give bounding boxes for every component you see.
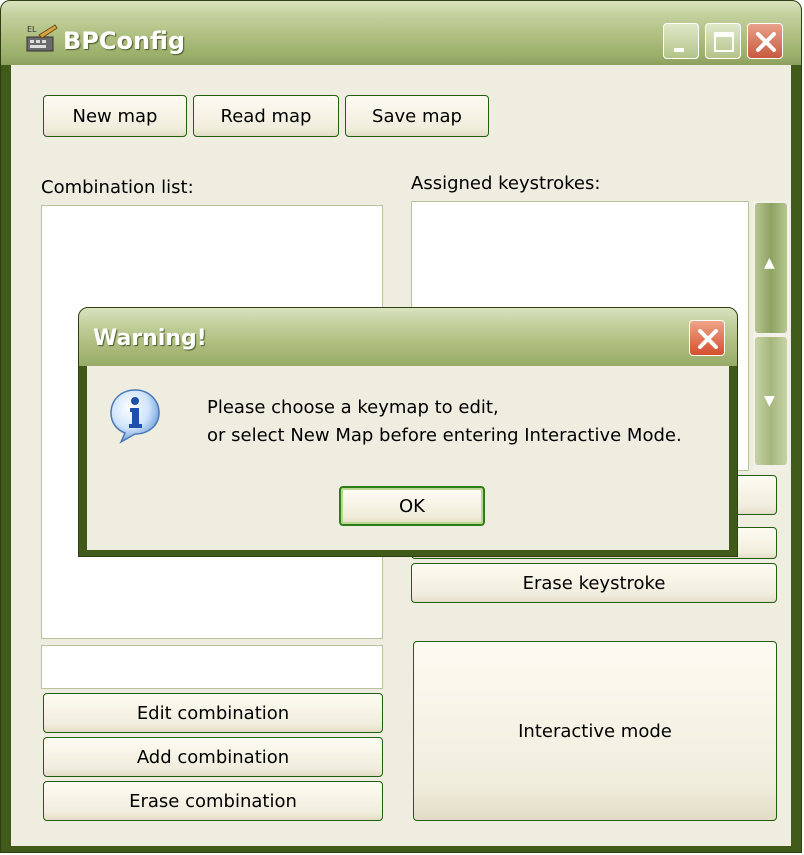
dialog-title-bar[interactable]: Warning! [79,308,737,366]
new-map-button[interactable]: New map [43,95,187,137]
dialog-title: Warning! [93,326,207,351]
svg-text:EL: EL [27,25,37,34]
assigned-keystrokes-label: Assigned keystrokes: [411,173,601,194]
save-map-button[interactable]: Save map [345,95,489,137]
combination-list-label: Combination list: [41,177,194,198]
edit-combination-button[interactable]: Edit combination [43,693,383,733]
info-icon [110,389,160,444]
maximize-button[interactable] [705,23,741,59]
dialog-close-button[interactable] [689,320,725,356]
window-title: BPConfig [63,27,186,55]
minimize-button[interactable] [663,23,699,59]
scroll-down-icon[interactable]: ▼ [764,393,775,409]
erase-combination-button[interactable]: Erase combination [43,781,383,821]
dialog-message: Please choose a keymap to edit, or selec… [207,394,682,450]
maximize-icon [714,32,734,52]
interactive-mode-button[interactable]: Interactive mode [413,641,777,821]
dialog-message-line-1: Please choose a keymap to edit, [207,397,499,418]
dialog-body: Please choose a keymap to edit, or selec… [87,366,729,550]
close-button[interactable] [747,23,783,59]
keystrokes-scrollbar[interactable]: ▲ ▼ [753,201,789,471]
erase-keystroke-button[interactable]: Erase keystroke [411,563,777,603]
scroll-up-icon[interactable]: ▲ [764,255,775,271]
dialog-message-line-2: or select New Map before entering Intera… [207,425,682,446]
title-bar[interactable]: EL BPConfig [1,1,801,65]
close-icon [698,329,718,349]
app-icon: EL [26,24,58,52]
minimize-icon [674,48,684,52]
ok-button[interactable]: OK [339,486,485,526]
add-combination-button[interactable]: Add combination [43,737,383,777]
read-map-button[interactable]: Read map [193,95,339,137]
close-icon [756,32,776,52]
combination-input[interactable] [41,645,383,689]
warning-dialog: Warning! Please choose a keymap to edit,… [78,307,738,557]
